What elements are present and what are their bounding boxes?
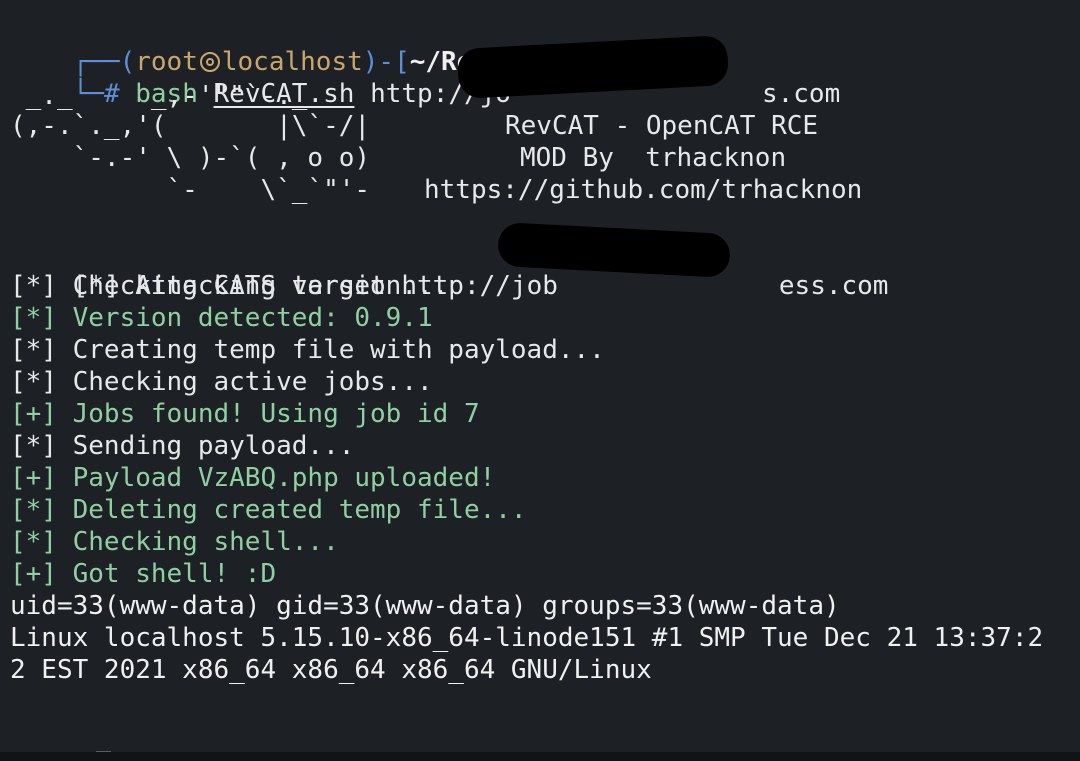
command-arg-tail: s.com bbox=[761, 79, 841, 109]
output-line: [*] Version detected: 0.9.1 bbox=[10, 303, 433, 333]
banner-mod: MOD By trhacknon bbox=[520, 143, 787, 173]
prompt-header: ┌──(rootlocalhost)-[~/RevCAT] bbox=[10, 14, 551, 77]
output-line: uid=33(www-data) gid=33(www-data) groups… bbox=[10, 591, 840, 621]
output-text-tail: ess.com bbox=[778, 271, 889, 301]
output-line: [*] Attacking target http://job ess.com bbox=[10, 238, 889, 301]
output-line: [*] Sending payload... bbox=[10, 431, 355, 461]
output-line: [*] Checking shell... bbox=[10, 527, 339, 557]
banner-art-line: _._ _,-'""`-._ bbox=[10, 81, 308, 111]
output-line: 2 EST 2021 x86_64 x86_64 x86_64 GNU/Linu… bbox=[10, 655, 652, 685]
output-line: [*] Deleting created temp file... bbox=[10, 495, 527, 525]
banner-art-line: `-.-' \ )-`( , o o) bbox=[10, 143, 371, 173]
window-bottom-edge bbox=[0, 752, 1080, 761]
output-line: [+] Got shell! :D bbox=[10, 559, 277, 589]
banner-url: https://github.com/trhacknon bbox=[424, 175, 863, 205]
terminal-window[interactable]: ┌──(rootlocalhost)-[~/RevCAT] └─# bash R… bbox=[0, 0, 1080, 761]
output-line: [*] Creating temp file with payload... bbox=[10, 335, 605, 365]
output-line: Linux localhost 5.15.10-x86_64-linode151… bbox=[10, 623, 1044, 653]
output-line: [*] Checking CATS version... bbox=[10, 271, 449, 301]
output-line: [*] Checking active jobs... bbox=[10, 367, 433, 397]
shell-prompt-line[interactable]: $ bbox=[10, 718, 112, 761]
output-line: [+] Payload VzABQ.php uploaded! bbox=[10, 463, 496, 493]
output-line: [+] Jobs found! Using job id 7 bbox=[10, 399, 480, 429]
banner-art-line: (,-.`._,'( |\`-/| bbox=[10, 111, 371, 141]
banner-art-line: `- \`_`"'- bbox=[10, 175, 371, 205]
banner-title: RevCAT - OpenCAT RCE bbox=[505, 111, 819, 141]
